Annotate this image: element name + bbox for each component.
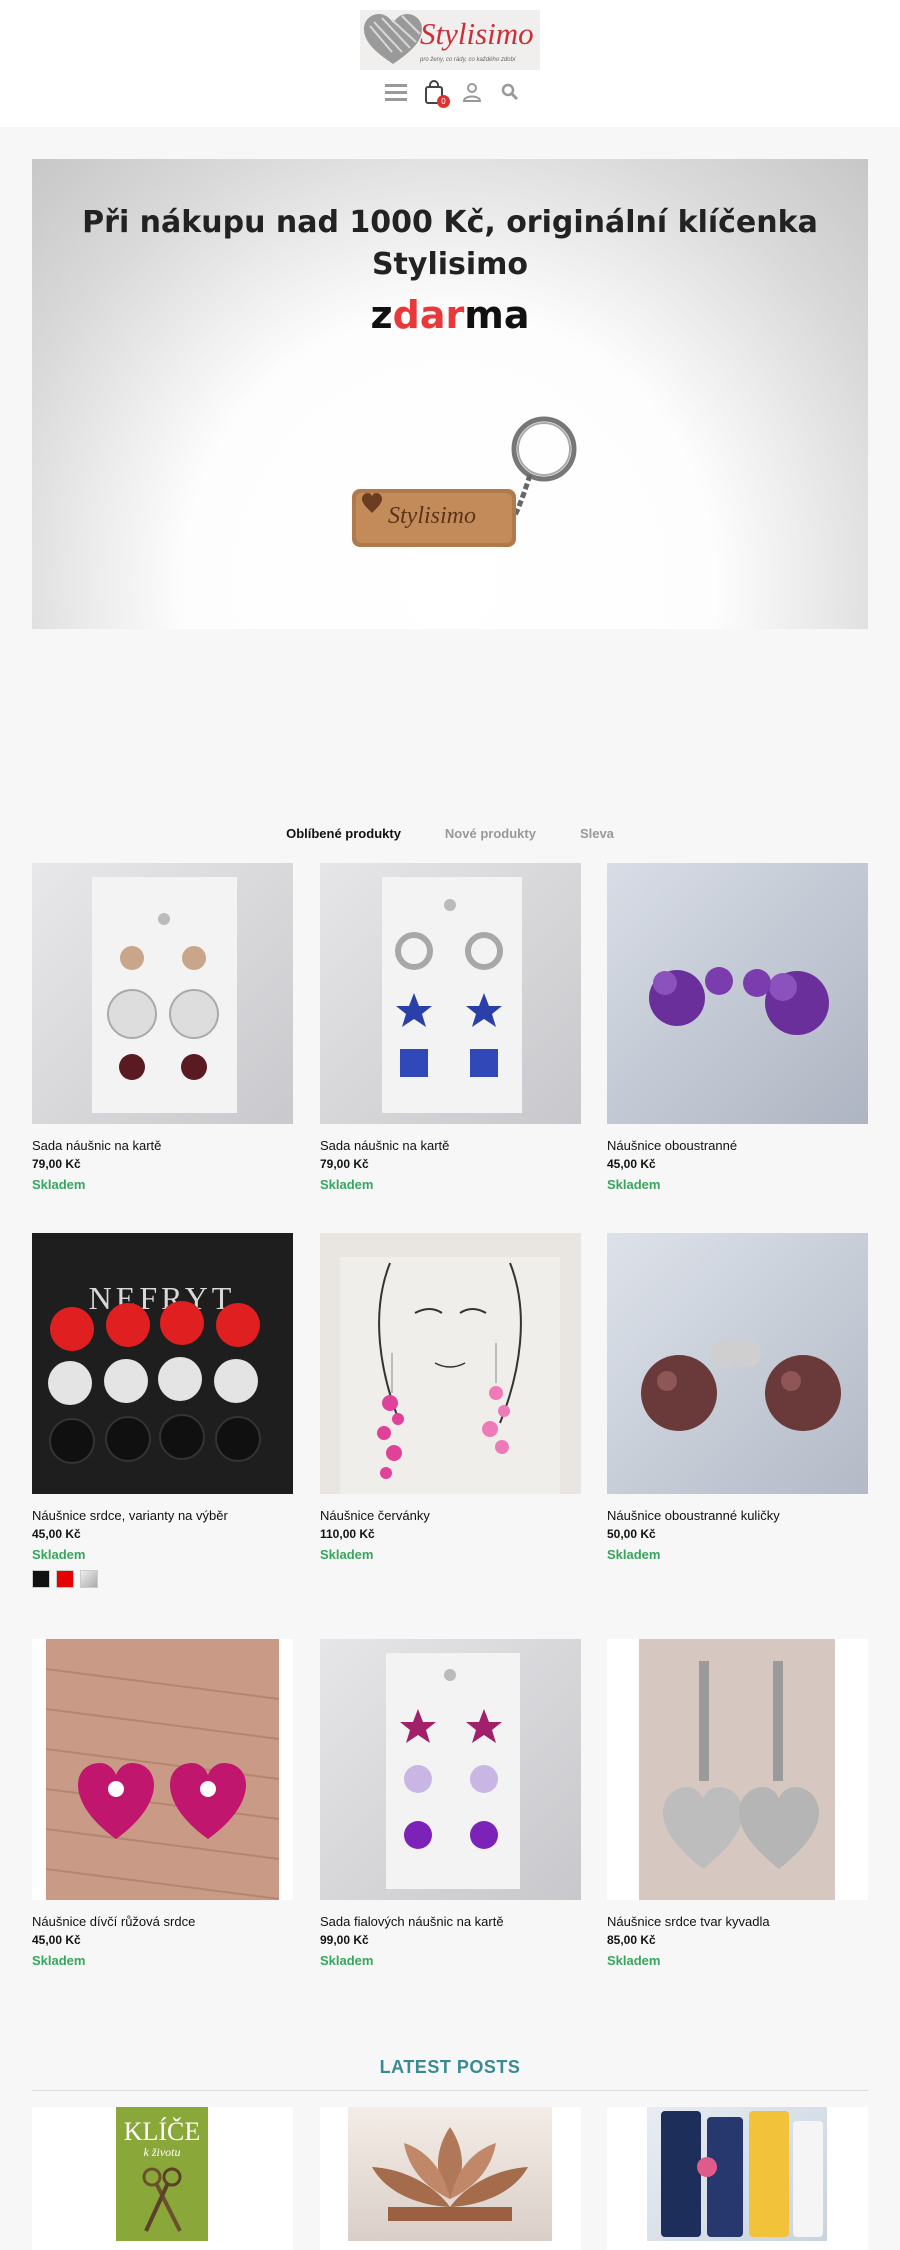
post-card[interactable]: KLÍČE k životu — [32, 2107, 293, 2250]
search-icon[interactable] — [498, 78, 522, 106]
stock-status: Skladem — [320, 1177, 374, 1192]
swatch-silver[interactable] — [80, 1570, 98, 1588]
divider — [32, 2090, 868, 2091]
product-card[interactable]: Náušnice oboustranné kuličky 50,00 Kč Sk… — [607, 1233, 868, 1562]
stock-status: Skladem — [32, 1177, 86, 1192]
product-name[interactable]: Sada fialových náušnic na kartě — [320, 1914, 581, 1929]
shopping-bag-icon[interactable]: 0 — [422, 78, 450, 108]
product-name[interactable]: Náušnice dívčí růžová srdce — [32, 1914, 293, 1929]
product-image[interactable] — [32, 863, 293, 1124]
product-price: 45,00 Kč — [32, 1933, 81, 1947]
product-image[interactable] — [320, 1233, 581, 1494]
card-brand-text: NEFRYT — [89, 1280, 236, 1316]
product-name[interactable]: Sada náušnic na kartě — [320, 1138, 581, 1153]
menu-icon[interactable] — [384, 78, 408, 106]
post-card[interactable] — [320, 2107, 581, 2250]
product-price: 85,00 Kč — [607, 1933, 656, 1947]
user-icon[interactable] — [460, 78, 484, 106]
post-image[interactable]: KLÍČE k životu — [116, 2107, 208, 2241]
product-card[interactable]: Sada náušnic na kartě 79,00 Kč Skladem — [320, 863, 581, 1192]
latest-posts-heading: LATEST POSTS — [379, 2057, 521, 2077]
header-icons: 0 — [384, 78, 522, 108]
product-name[interactable]: Náušnice srdce, varianty na výběr — [32, 1508, 293, 1523]
stock-status: Skladem — [32, 1953, 86, 1968]
brand-tagline: pro ženy, co rády, co každého zdobí — [420, 57, 516, 63]
book-subtitle: k životu — [143, 2145, 181, 2159]
product-name[interactable]: Sada náušnic na kartě — [32, 1138, 293, 1153]
cart-count-badge: 0 — [437, 95, 450, 108]
product-price: 79,00 Kč — [32, 1157, 81, 1171]
banner-word-part-2: dar — [392, 293, 465, 337]
tab-new-products[interactable]: Nové produkty — [445, 826, 536, 841]
stock-status: Skladem — [607, 1177, 661, 1192]
tab-sale[interactable]: Sleva — [580, 826, 614, 841]
stock-status: Skladem — [320, 1547, 374, 1562]
book-title: KLÍČE — [123, 2117, 201, 2146]
product-image[interactable] — [320, 1639, 581, 1900]
heart-logo-icon — [364, 14, 422, 64]
swatch-red[interactable] — [56, 1570, 74, 1588]
stock-status: Skladem — [32, 1547, 86, 1562]
product-card[interactable]: Sada náušnic na kartě 79,00 Kč Skladem — [32, 863, 293, 1192]
product-card[interactable]: Náušnice červánky 110,00 Kč Skladem — [320, 1233, 581, 1562]
stock-status: Skladem — [607, 1547, 661, 1562]
product-image[interactable] — [320, 863, 581, 1124]
post-card[interactable] — [607, 2107, 868, 2250]
product-price: 45,00 Kč — [32, 1527, 81, 1541]
site-logo[interactable]: Stylisimo pro ženy, co rády, co každého … — [360, 10, 540, 70]
product-name[interactable]: Náušnice oboustranné kuličky — [607, 1508, 868, 1523]
product-price: 50,00 Kč — [607, 1527, 656, 1541]
product-name[interactable]: Náušnice oboustranné — [607, 1138, 868, 1153]
product-name[interactable]: Náušnice srdce tvar kyvadla — [607, 1914, 868, 1929]
site-header: Stylisimo pro ženy, co rády, co každého … — [0, 0, 900, 127]
banner-line-1: Při nákupu nad 1000 Kč, originální klíče… — [82, 205, 818, 240]
product-card[interactable]: Náušnice dívčí růžová srdce 45,00 Kč Skl… — [32, 1639, 293, 1968]
product-image[interactable] — [607, 863, 868, 1124]
promo-banner[interactable]: Při nákupu nad 1000 Kč, originální klíče… — [32, 159, 868, 629]
stock-status: Skladem — [607, 1953, 661, 1968]
banner-line-3: zdarma — [32, 293, 868, 337]
brand-name: Stylisimo — [420, 16, 534, 51]
product-image[interactable]: NEFRYT — [32, 1233, 293, 1494]
product-card[interactable]: Náušnice srdce tvar kyvadla 85,00 Kč Skl… — [607, 1639, 868, 1968]
tab-favorite-products[interactable]: Oblíbené produkty — [286, 826, 401, 841]
product-price: 79,00 Kč — [320, 1157, 369, 1171]
post-image[interactable] — [647, 2107, 827, 2241]
product-image[interactable] — [607, 1233, 868, 1494]
product-name[interactable]: Náušnice červánky — [320, 1508, 581, 1523]
keychain-image: Stylisimo — [352, 416, 577, 547]
color-swatches — [32, 1570, 293, 1588]
product-price: 99,00 Kč — [320, 1933, 369, 1947]
product-card[interactable]: Sada fialových náušnic na kartě 99,00 Kč… — [320, 1639, 581, 1968]
stock-status: Skladem — [320, 1953, 374, 1968]
product-tabs: Oblíbené produkty Nové produkty Sleva — [0, 826, 900, 841]
keychain-engraving: Stylisimo — [388, 503, 476, 529]
product-image[interactable] — [607, 1639, 868, 1900]
banner-word-part-3: ma — [464, 293, 530, 337]
product-price: 110,00 Kč — [320, 1527, 375, 1541]
product-card[interactable]: NEFRYT Náušnice srdce, varianty na výběr… — [32, 1233, 293, 1588]
product-image[interactable] — [32, 1639, 293, 1900]
swatch-black[interactable] — [32, 1570, 50, 1588]
banner-line-2: Stylisimo — [371, 247, 529, 282]
post-image[interactable] — [348, 2107, 552, 2241]
product-card[interactable]: Náušnice oboustranné 45,00 Kč Skladem — [607, 863, 868, 1192]
product-price: 45,00 Kč — [607, 1157, 656, 1171]
banner-word-part-1: z — [370, 293, 393, 337]
